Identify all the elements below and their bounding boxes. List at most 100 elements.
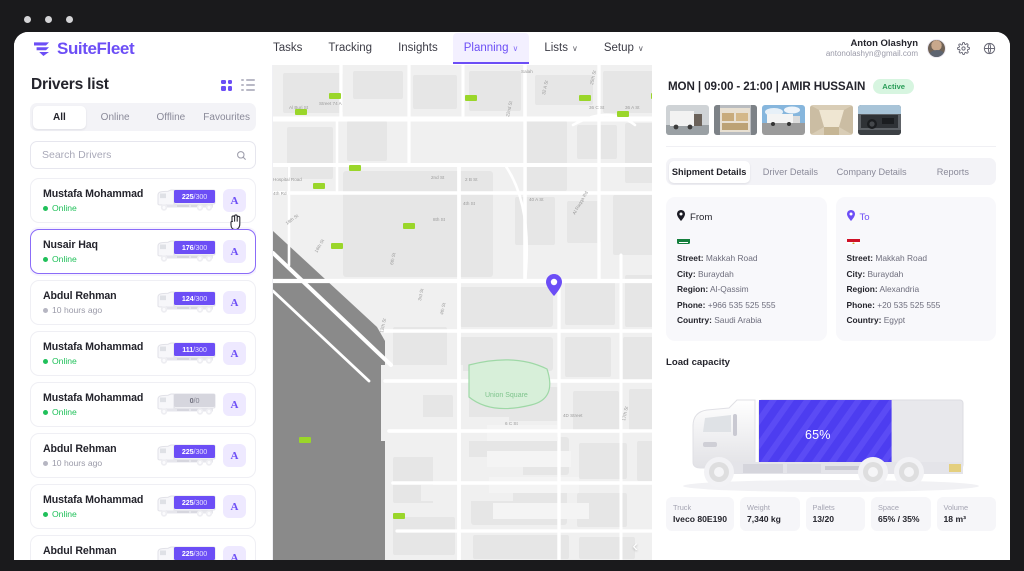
stat-value: Iveco 80E190 xyxy=(673,513,727,524)
driver-list-item[interactable]: Abdul Rehman 10 hours ago 124/300 A xyxy=(30,280,256,325)
svg-text:40 A St: 40 A St xyxy=(529,197,544,202)
nav-item-planning[interactable]: Planning ∨ xyxy=(452,33,530,64)
field-key: Phone: xyxy=(846,299,875,310)
driver-action-button[interactable]: A xyxy=(223,291,246,314)
filter-all[interactable]: All xyxy=(32,105,87,129)
driver-action-button[interactable]: A xyxy=(223,240,246,263)
driver-list-item[interactable]: Mustafa Mohammad Online 225/300 A xyxy=(30,178,256,231)
truck-load-indicator: 111/300 xyxy=(155,341,217,367)
driver-list-item[interactable]: Mustafa Mohammad Online 225/300 A xyxy=(30,484,256,529)
chevron-down-icon: ∨ xyxy=(637,43,644,53)
nav-item-lists[interactable]: Lists ∨ xyxy=(533,33,589,64)
driver-action-button[interactable]: A xyxy=(223,393,246,416)
user-menu[interactable]: Anton Olashyn antonolashyn@gmail.com xyxy=(826,38,998,60)
filter-favourites[interactable]: Favourites xyxy=(200,106,254,129)
driver-list-item[interactable]: Mustafa Mohammad Online 111/300 A xyxy=(30,331,256,376)
load-value: 225 xyxy=(181,549,194,558)
nav-label: Tasks xyxy=(273,42,303,54)
driver-name: Mustafa Mohammad xyxy=(43,392,144,404)
driver-list-item[interactable]: Nusair Haq Online 176/300 A xyxy=(30,229,256,274)
truck-interior-photo[interactable] xyxy=(858,105,901,135)
nav-item-tracking[interactable]: Tracking xyxy=(317,33,383,64)
driver-list-item[interactable]: Abdul Rehman 10 hours ago 225/300 A xyxy=(30,433,256,478)
map-canvas: Union Square Al Burj St Street 74 A Hospi… xyxy=(273,65,652,560)
truck-loading-photo[interactable] xyxy=(666,105,709,135)
app-window: SuiteFleet Tasks Tracking Insights Plann… xyxy=(14,32,1010,560)
window-dot-close[interactable] xyxy=(24,16,31,23)
driver-info: Mustafa Mohammad Online xyxy=(43,341,149,366)
nav-label: Planning xyxy=(463,42,509,54)
load-value: 225 xyxy=(181,447,194,456)
driver-name: Mustafa Mohammad xyxy=(43,188,144,200)
shipment-title: MON | 09:00 - 21:00 | AMIR HUSSAIN xyxy=(668,80,866,93)
status-text: Online xyxy=(52,203,77,213)
search-input[interactable] xyxy=(30,141,256,169)
truck-highway-photo[interactable] xyxy=(762,105,805,135)
load-badge: 176/300 xyxy=(174,241,215,254)
grid-view-icon[interactable] xyxy=(221,79,232,91)
nav-item-tasks[interactable]: Tasks xyxy=(262,33,313,64)
list-view-icon[interactable] xyxy=(241,79,255,92)
nav-item-setup[interactable]: Setup ∨ xyxy=(593,33,655,64)
address-field: Phone: +966 535 525 555 xyxy=(677,298,816,314)
globe-icon[interactable] xyxy=(981,40,998,57)
status-dot xyxy=(43,511,48,517)
svg-text:6 C St: 6 C St xyxy=(505,421,518,426)
load-capacity: /300 xyxy=(193,243,208,252)
driver-list-item[interactable]: Abdul Rehman 10 hours ago 225/300 A xyxy=(30,535,256,560)
page-title: Drivers list xyxy=(31,76,109,93)
tab-reports[interactable]: Reports xyxy=(912,161,993,183)
svg-text:4D Street: 4D Street xyxy=(563,413,583,418)
filter-offline[interactable]: Offline xyxy=(144,106,198,129)
tab-company-details[interactable]: Company Details xyxy=(831,161,912,183)
empty-trailer-photo[interactable] xyxy=(810,105,853,135)
window-dot-maximize[interactable] xyxy=(66,16,73,23)
truck-load-indicator: 124/300 xyxy=(155,290,217,316)
load-value: 225 xyxy=(181,192,194,201)
address-field: City: Buraydah xyxy=(847,267,986,283)
stat-card: Space 65% / 35% xyxy=(871,496,931,531)
nav-item-insights[interactable]: Insights xyxy=(387,33,449,64)
driver-action-button[interactable]: A xyxy=(223,546,246,560)
load-badge: 225/300 xyxy=(174,547,215,560)
brand-logo[interactable]: SuiteFleet xyxy=(32,39,262,59)
map-view[interactable]: Union Square Al Burj St Street 74 A Hospi… xyxy=(273,65,652,560)
avatar[interactable] xyxy=(927,39,946,58)
field-value: Buraydah xyxy=(695,268,734,279)
shipment-tabs: Shipment Details Driver Details Company … xyxy=(666,158,996,185)
status-dot xyxy=(43,358,48,364)
svg-text:2nd St: 2nd St xyxy=(431,175,445,180)
load-capacity: /300 xyxy=(193,549,208,558)
load-badge: 225/300 xyxy=(174,445,215,458)
driver-action-button[interactable]: A xyxy=(223,189,246,212)
stat-card: Pallets 13/20 xyxy=(805,496,865,531)
driver-action-button[interactable]: A xyxy=(223,495,246,518)
drivers-list: Mustafa Mohammad Online 225/300 A Nusair… xyxy=(30,178,256,560)
load-value: 176 xyxy=(181,243,194,252)
collapse-panel-button[interactable]: ‹ xyxy=(632,537,638,554)
gear-icon[interactable] xyxy=(955,40,972,57)
driver-action-button[interactable]: A xyxy=(223,342,246,365)
tab-shipment-details[interactable]: Shipment Details xyxy=(668,160,750,183)
driver-status: 10 hours ago xyxy=(43,305,149,315)
status-text: Online xyxy=(52,254,77,264)
driver-status: Online xyxy=(43,203,149,213)
driver-name: Abdul Rehman xyxy=(43,545,117,557)
driver-action-button[interactable]: A xyxy=(223,444,246,467)
egypt-flag xyxy=(846,235,860,244)
nav-label: Lists xyxy=(544,42,568,54)
status-dot xyxy=(43,409,48,415)
driver-list-item[interactable]: Mustafa Mohammad Online 0/0 A xyxy=(30,382,256,427)
cargo-pallets-photo[interactable] xyxy=(714,105,757,135)
load-badge: 111/300 xyxy=(174,343,215,356)
status-text: 10 hours ago xyxy=(52,305,103,315)
sidebar-header: Drivers list xyxy=(30,65,256,103)
desktop-background: SuiteFleet Tasks Tracking Insights Plann… xyxy=(0,0,1024,571)
tab-driver-details[interactable]: Driver Details xyxy=(750,161,831,183)
load-capacity: /300 xyxy=(193,294,208,303)
window-dot-minimize[interactable] xyxy=(45,16,52,23)
shipment-header: MON | 09:00 - 21:00 | AMIR HUSSAIN Activ… xyxy=(666,65,996,105)
drivers-sidebar: Drivers list All Online Offline Favourit… xyxy=(14,65,273,560)
address-field: Country: Saudi Arabia xyxy=(677,313,816,329)
filter-online[interactable]: Online xyxy=(88,106,142,129)
